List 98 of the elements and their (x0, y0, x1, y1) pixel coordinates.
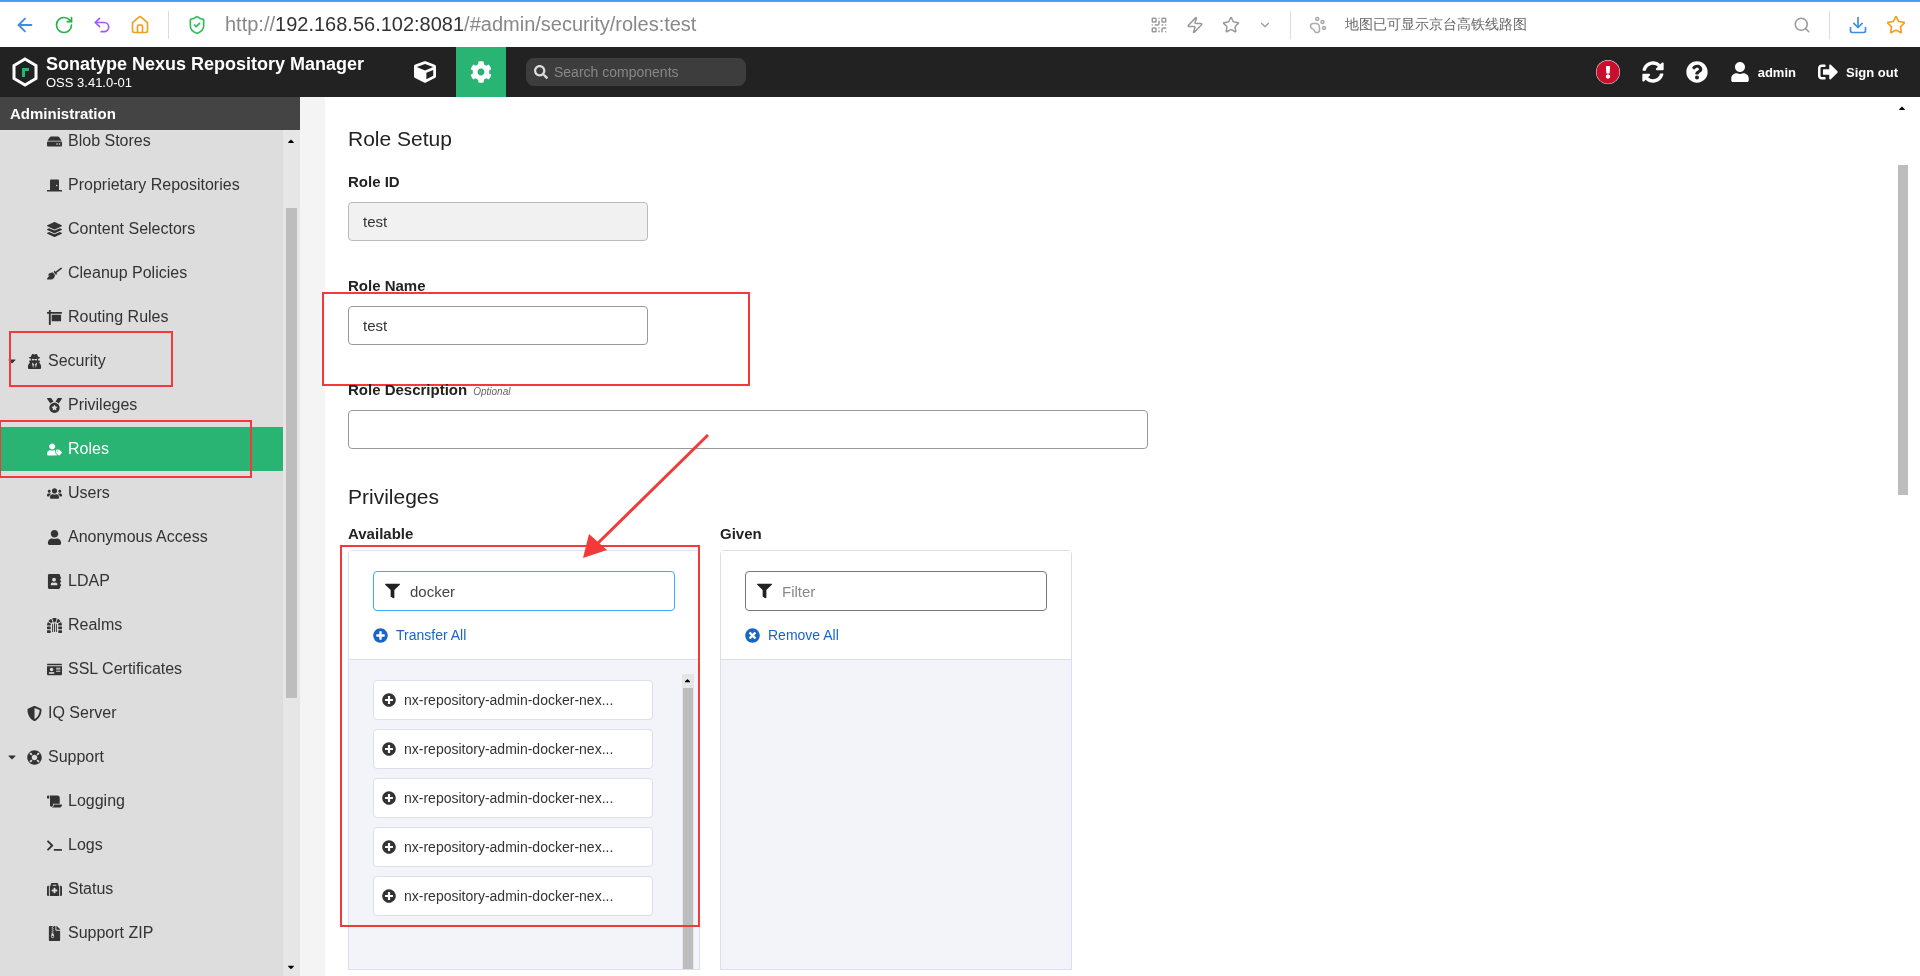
sidebar-item[interactable]: Support ZIP (0, 911, 283, 955)
sidebar-title: Administration (0, 97, 300, 130)
menu-item-icon (47, 617, 62, 633)
scrollbar[interactable] (1885, 97, 1920, 976)
sidebar-item[interactable]: Blob Stores (0, 130, 283, 163)
sidebar-item[interactable]: Cleanup Policies (0, 251, 283, 295)
sidebar-item[interactable]: Logging (0, 779, 283, 823)
scroll-up-icon[interactable] (683, 676, 692, 685)
star-icon[interactable] (1222, 15, 1240, 34)
lightning-icon[interactable] (1186, 15, 1204, 34)
privilege-item[interactable]: nx-repository-admin-docker-nex... (373, 729, 653, 769)
menu-item-icon (47, 397, 62, 413)
sidebar-item[interactable]: Status (0, 867, 283, 911)
privilege-item[interactable]: nx-repository-admin-docker-nex... (373, 876, 653, 916)
privilege-item[interactable]: nx-repository-admin-docker-nex... (373, 680, 653, 720)
sidebar-item[interactable]: Routing Rules (0, 295, 283, 339)
sidebar-item[interactable]: Proprietary Repositories (0, 163, 283, 207)
sidebar-item[interactable]: Support (0, 735, 283, 779)
sidebar-item[interactable]: Security (0, 339, 283, 383)
download-icon[interactable] (1848, 14, 1868, 35)
sidebar-item[interactable]: Realms (0, 603, 283, 647)
close-icon (745, 627, 760, 643)
sidebar-item[interactable]: Content Selectors (0, 207, 283, 251)
scrollbar-thumb[interactable] (683, 688, 693, 969)
field-label: Role Name (348, 277, 426, 294)
sidebar-item[interactable]: IQ Server (0, 691, 283, 735)
shield-icon (187, 14, 207, 35)
filter-field[interactable]: Filter (745, 571, 1047, 611)
column-label: Given (720, 525, 762, 542)
filter-field[interactable]: docker (373, 571, 675, 611)
sidebar-item[interactable]: Privileges (0, 383, 283, 427)
menu-item-icon (47, 573, 62, 589)
paw-icon (1309, 15, 1327, 34)
sidebar-item[interactable]: Anonymous Access (0, 515, 283, 559)
reload-icon[interactable] (54, 14, 74, 35)
sidebar-item[interactable]: LDAP (0, 559, 283, 603)
help-icon[interactable] (1685, 61, 1708, 83)
menu-item-icon (47, 485, 62, 501)
menu-item-icon (27, 353, 42, 369)
text-field[interactable] (348, 410, 1148, 449)
field-label: Role Description (348, 381, 468, 398)
menu-item-icon (27, 705, 42, 721)
gear-icon (470, 61, 492, 83)
logo-icon (12, 57, 38, 87)
sign-out-link[interactable]: Sign out (1818, 62, 1898, 82)
plus-icon (373, 627, 388, 643)
menu-item-icon (47, 881, 62, 897)
scrollbar-thumb[interactable] (1898, 165, 1908, 495)
privilege-item[interactable]: nx-repository-admin-docker-nex... (373, 778, 653, 818)
undo-icon[interactable] (92, 14, 112, 35)
menu-item-icon (47, 441, 62, 457)
plus-icon (382, 889, 396, 903)
filter-icon (757, 583, 772, 599)
cube-icon (414, 61, 436, 83)
sign-out-icon (1818, 62, 1838, 82)
version-text: OSS 3.41.0-01 (46, 75, 133, 90)
field-label: Role ID (348, 173, 400, 190)
sidebar-item[interactable]: SSL Certificates (0, 647, 283, 691)
refresh-icon[interactable] (1641, 61, 1664, 83)
menu-item-icon (27, 749, 42, 765)
menu-item-icon (47, 309, 62, 325)
scrollbar[interactable] (283, 130, 300, 976)
column-label: Available (348, 525, 414, 542)
scrollbar[interactable] (682, 674, 694, 969)
menu-item-icon (47, 925, 62, 941)
star-icon[interactable] (1886, 14, 1906, 35)
search-icon (534, 65, 548, 79)
privilege-item[interactable]: nx-repository-admin-docker-nex... (373, 827, 653, 867)
qr-code-icon[interactable] (1150, 15, 1168, 34)
sidebar-item[interactable]: Logs (0, 823, 283, 867)
plus-icon (382, 742, 396, 756)
menu-item-icon (47, 661, 62, 677)
sidebar-item[interactable]: Users (0, 471, 283, 515)
text-field[interactable]: test (348, 306, 648, 345)
home-icon[interactable] (130, 14, 150, 35)
remove-all-link[interactable]: Remove All (745, 627, 1047, 643)
user-link[interactable]: admin (1729, 62, 1796, 82)
scrollbar-thumb[interactable] (286, 208, 297, 698)
optional-hint: Optional (473, 386, 511, 397)
transfer-all-link[interactable]: Transfer All (373, 627, 675, 643)
alert-icon[interactable] (1595, 60, 1620, 84)
plus-icon (382, 791, 396, 805)
section-title: Role Setup (348, 127, 453, 151)
plus-icon (382, 693, 396, 707)
section-title: Privileges (348, 485, 441, 509)
filter-icon (385, 583, 400, 599)
search-icon[interactable] (1793, 15, 1811, 34)
menu-item-icon (47, 529, 62, 545)
news-text[interactable]: 地图已可显示京台高铁线路图 (1345, 15, 1775, 34)
menu-item-icon (47, 265, 62, 281)
user-icon (1729, 62, 1750, 82)
menu-item-icon (47, 793, 62, 809)
plus-icon (382, 840, 396, 854)
menu-item-icon (47, 177, 62, 193)
menu-item-icon (47, 221, 62, 237)
product-title: Sonatype Nexus Repository Manager (46, 54, 365, 75)
search-field[interactable]: Search components (526, 58, 746, 86)
address-field[interactable]: http://192.168.56.102:8081/#admin/security/roles:test (225, 13, 1132, 36)
